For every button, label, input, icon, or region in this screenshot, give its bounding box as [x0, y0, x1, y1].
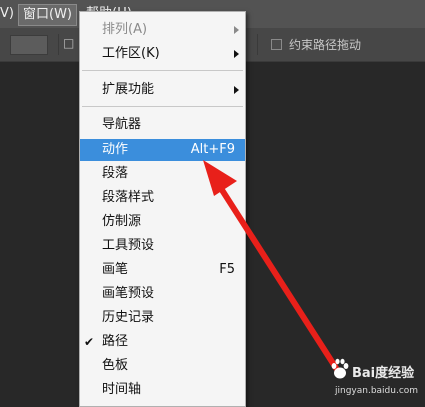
annotation-arrow — [203, 160, 339, 371]
watermark-brand: Bai度经验 — [352, 366, 415, 381]
annotation-arrow-shaft — [219, 187, 339, 371]
baidu-paw-logo-icon — [331, 358, 349, 379]
annotation-arrow-head — [203, 160, 237, 196]
watermark-url: jingyan.baidu.com — [335, 386, 419, 396]
